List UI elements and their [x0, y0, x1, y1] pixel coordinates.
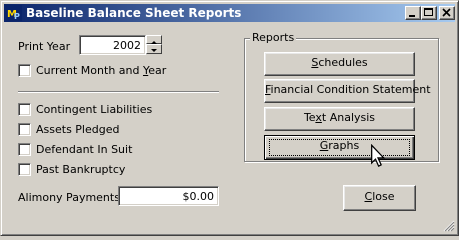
- arrow-down-icon: [151, 49, 157, 52]
- defendant-in-suit-label: Defendant In Suit: [36, 143, 133, 156]
- resize-grip-icon[interactable]: [443, 220, 455, 232]
- btn-text: lose: [372, 190, 395, 203]
- report-window: M P Baseline Balance Sheet Reports Print…: [0, 0, 459, 236]
- label-part: ear: [148, 64, 167, 77]
- mp-logo-icon: M P: [6, 5, 22, 21]
- contingent-liabilities-checkbox[interactable]: [18, 103, 31, 116]
- text-analysis-button[interactable]: Text Analysis: [264, 107, 415, 131]
- alimony-payments-label: Alimony Payments: [18, 191, 120, 204]
- past-bankruptcy-checkbox[interactable]: [18, 163, 31, 176]
- contingent-liabilities-label: Contingent Liabilities: [36, 103, 153, 116]
- past-bankruptcy-label: Past Bankruptcy: [36, 163, 126, 176]
- close-button[interactable]: Close: [343, 185, 416, 211]
- reports-group-label: Reports: [250, 31, 297, 44]
- maximize-icon: [424, 8, 433, 16]
- close-icon: [442, 8, 451, 17]
- separator: [18, 91, 219, 93]
- btn-text: inancial Condition Statement: [270, 83, 431, 96]
- defendant-in-suit-checkbox[interactable]: [18, 143, 31, 156]
- close-window-button[interactable]: [439, 6, 455, 20]
- print-year-input[interactable]: 2002: [79, 35, 146, 55]
- financial-condition-statement-button[interactable]: Financial Condition Statement: [264, 79, 431, 103]
- print-year-label: Print Year: [18, 40, 71, 53]
- print-year-spinner[interactable]: [146, 35, 162, 54]
- mouse-pointer-icon: [371, 144, 386, 167]
- spin-up-button[interactable]: [146, 35, 162, 44]
- graphs-button[interactable]: Graphs: [264, 135, 415, 160]
- current-month-year-label: Current Month and Year: [36, 64, 166, 77]
- alimony-payments-input[interactable]: $0.00: [118, 186, 219, 206]
- window-title: Baseline Balance Sheet Reports: [26, 6, 242, 20]
- assets-pledged-label: Assets Pledged: [36, 123, 120, 136]
- minimize-icon: [409, 15, 415, 17]
- minimize-button[interactable]: [405, 6, 421, 20]
- maximize-button[interactable]: [421, 6, 437, 20]
- btn-text: chedules: [318, 56, 368, 69]
- btn-text: t Analysis: [321, 111, 376, 124]
- assets-pledged-checkbox[interactable]: [18, 123, 31, 136]
- title-bar[interactable]: M P Baseline Balance Sheet Reports: [4, 4, 455, 22]
- schedules-button[interactable]: Schedules: [264, 52, 415, 76]
- current-month-year-checkbox[interactable]: [18, 64, 31, 77]
- spin-down-button[interactable]: [146, 44, 162, 54]
- label-part: Current Month and: [36, 64, 143, 77]
- svg-text:P: P: [14, 12, 20, 21]
- focus-rectangle: [269, 139, 410, 156]
- btn-text: Te: [303, 111, 316, 124]
